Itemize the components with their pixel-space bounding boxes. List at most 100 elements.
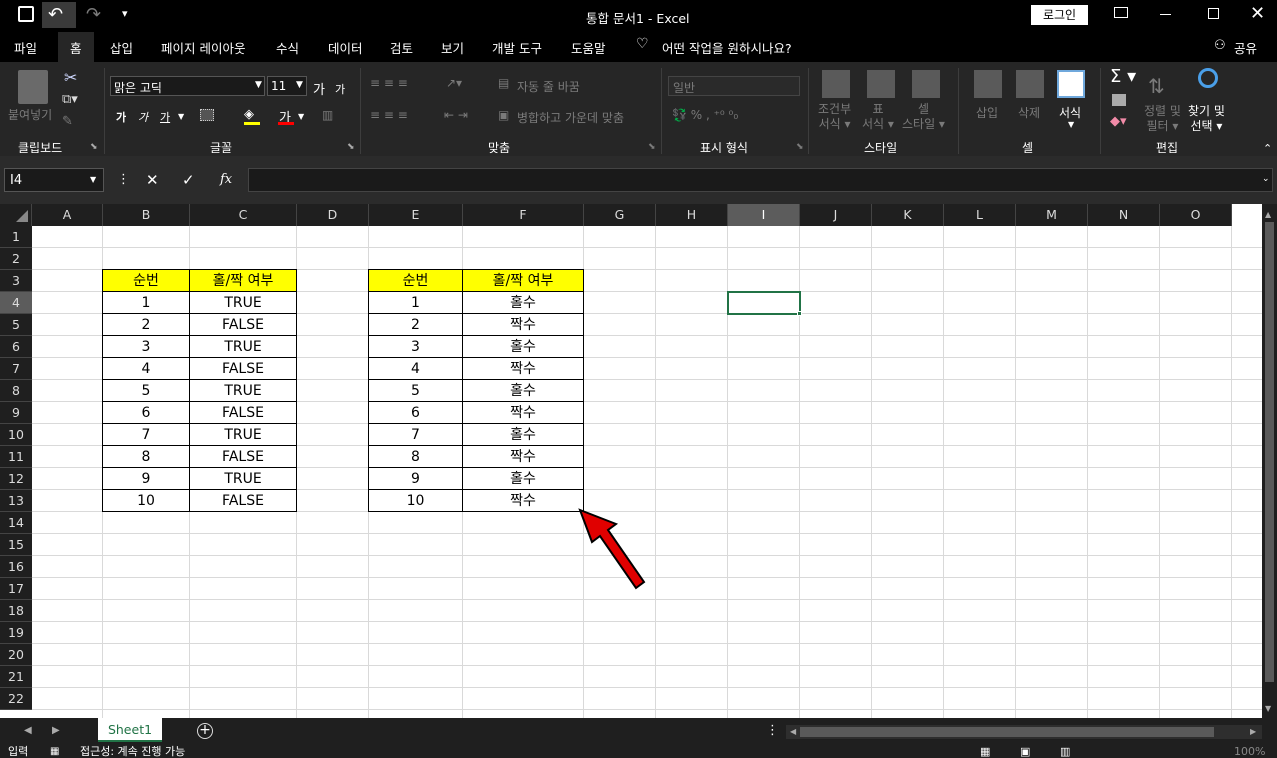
column-header-E[interactable]: E <box>369 204 463 226</box>
row-header-18[interactable]: 18 <box>0 600 32 622</box>
copy-icon[interactable]: ⧉▾ <box>62 92 78 107</box>
table-cell[interactable]: 6 <box>102 401 190 424</box>
row-header-19[interactable]: 19 <box>0 622 32 644</box>
macro-record-icon[interactable]: ▦ <box>50 746 59 758</box>
tell-me-search[interactable]: 어떤 작업을 원하시나요? <box>662 38 792 57</box>
row-header-10[interactable]: 10 <box>0 424 32 446</box>
table-cell[interactable]: 3 <box>368 335 463 358</box>
column-header-M[interactable]: M <box>1016 204 1088 226</box>
table-cell[interactable]: 6 <box>368 401 463 424</box>
find-select-label[interactable]: 찾기 및 선택 ▾ <box>1188 104 1225 134</box>
horizontal-scroll-thumb[interactable] <box>800 727 1214 737</box>
column-header-L[interactable]: L <box>944 204 1016 226</box>
column-header-H[interactable]: H <box>656 204 728 226</box>
table-cell[interactable]: 8 <box>102 445 190 468</box>
accessibility-status[interactable]: 접근성: 계속 진행 가능 <box>80 746 185 758</box>
row-header-20[interactable]: 20 <box>0 644 32 666</box>
sheet-tab[interactable]: Sheet1 <box>98 718 162 742</box>
column-header-N[interactable]: N <box>1088 204 1160 226</box>
row-header-12[interactable]: 12 <box>0 468 32 490</box>
border-icon[interactable] <box>200 109 214 121</box>
column-header-A[interactable]: A <box>32 204 103 226</box>
tab-file[interactable]: 파일 <box>14 38 37 57</box>
row-header-6[interactable]: 6 <box>0 336 32 358</box>
tab-home[interactable]: 홈 <box>58 32 94 62</box>
paste-icon[interactable] <box>18 70 48 104</box>
login-button[interactable]: 로그인 <box>1031 5 1088 25</box>
customize-qat-icon[interactable]: ▾ <box>122 7 128 20</box>
table-cell[interactable]: 3 <box>102 335 190 358</box>
table-cell[interactable]: 8 <box>368 445 463 468</box>
row-header-1[interactable]: 1 <box>0 226 32 248</box>
italic-button[interactable]: 가 <box>138 109 148 125</box>
maximize-icon[interactable] <box>1208 8 1219 19</box>
fill-handle[interactable] <box>797 311 802 316</box>
tab-help[interactable]: 도움말 <box>571 38 606 57</box>
formula-input[interactable] <box>248 168 1273 192</box>
chevron-down-icon[interactable]: ⌄ <box>1262 174 1270 184</box>
chevron-down-icon[interactable]: ▼ <box>90 175 96 184</box>
scroll-right-icon[interactable]: ▶ <box>1250 727 1256 736</box>
active-cell-selection[interactable] <box>727 291 801 315</box>
row-header-7[interactable]: 7 <box>0 358 32 380</box>
table-cell[interactable]: 10 <box>102 489 190 512</box>
table-cell[interactable]: 7 <box>368 423 463 446</box>
table-cell[interactable]: FALSE <box>189 313 297 336</box>
chevron-down-icon[interactable]: ▼ <box>255 80 262 90</box>
column-header-K[interactable]: K <box>872 204 944 226</box>
row-header-9[interactable]: 9 <box>0 402 32 424</box>
table-cell[interactable]: 7 <box>102 423 190 446</box>
table-cell[interactable]: 짝수 <box>462 445 584 468</box>
paste-label[interactable]: 붙여넣기 <box>8 106 52 123</box>
column-header-B[interactable]: B <box>103 204 190 226</box>
worksheet-grid[interactable]: ABCDEFGHIJKLMNO 1 2 3 4 5 6 7 8 9 10 11 12 13 14 15 16 1… <box>0 204 1262 718</box>
row-header-2[interactable]: 2 <box>0 248 32 270</box>
table-cell[interactable]: 4 <box>102 357 190 380</box>
share-button[interactable]: 공유 <box>1234 38 1257 57</box>
row-header-16[interactable]: 16 <box>0 556 32 578</box>
cut-icon[interactable]: ✂ <box>64 68 77 87</box>
minimize-icon[interactable] <box>1160 14 1171 15</box>
table-cell[interactable]: 1 <box>102 291 190 314</box>
lightbulb-icon[interactable]: ♡ <box>636 36 649 52</box>
undo-icon[interactable]: ↶ <box>48 4 63 25</box>
row-header-21[interactable]: 21 <box>0 666 32 688</box>
format-cells-label[interactable]: 서식 <box>1059 104 1081 121</box>
table-cell[interactable]: TRUE <box>189 379 297 402</box>
format-cells-icon[interactable] <box>1057 70 1085 98</box>
grow-font-button[interactable]: 가 <box>313 79 325 98</box>
scroll-down-icon[interactable]: ▼ <box>1265 704 1271 713</box>
scroll-up-icon[interactable]: ▲ <box>1265 210 1271 219</box>
table-cell[interactable]: 10 <box>368 489 463 512</box>
table-header-cell[interactable]: 홀/짝 여부 <box>462 269 584 292</box>
column-header-I[interactable]: I <box>728 204 800 226</box>
table-cell[interactable]: 짝수 <box>462 401 584 424</box>
insert-function-button[interactable]: fx <box>220 172 232 187</box>
table-cell[interactable]: FALSE <box>189 445 297 468</box>
underline-button[interactable]: 가 <box>160 109 170 125</box>
table-cell[interactable]: FALSE <box>189 401 297 424</box>
bold-button[interactable]: 가 <box>116 109 126 125</box>
page-break-view-icon[interactable]: ▥ <box>1060 746 1070 758</box>
column-header-O[interactable]: O <box>1160 204 1232 226</box>
tab-data[interactable]: 데이터 <box>328 38 363 57</box>
chevron-down-icon[interactable]: ▼ <box>178 112 184 121</box>
close-icon[interactable]: ✕ <box>1250 3 1265 24</box>
row-header-4[interactable]: 4 <box>0 292 32 314</box>
table-cell[interactable]: 9 <box>368 467 463 490</box>
table-cell[interactable]: 2 <box>368 313 463 336</box>
save-icon[interactable] <box>18 6 34 22</box>
row-header-22[interactable]: 22 <box>0 688 32 710</box>
row-header-13[interactable]: 13 <box>0 490 32 512</box>
column-header-C[interactable]: C <box>190 204 297 226</box>
chevron-down-icon[interactable]: ▼ <box>1068 120 1074 129</box>
table-cell[interactable]: 홀수 <box>462 335 584 358</box>
table-header-cell[interactable]: 순번 <box>102 269 190 292</box>
chevron-down-icon[interactable]: ▼ <box>298 112 304 121</box>
table-cell[interactable]: 4 <box>368 357 463 380</box>
table-cell[interactable]: TRUE <box>189 467 297 490</box>
column-header-D[interactable]: D <box>297 204 369 226</box>
table-cell[interactable]: FALSE <box>189 489 297 512</box>
tab-review[interactable]: 검토 <box>390 38 413 57</box>
column-header-F[interactable]: F <box>463 204 584 226</box>
